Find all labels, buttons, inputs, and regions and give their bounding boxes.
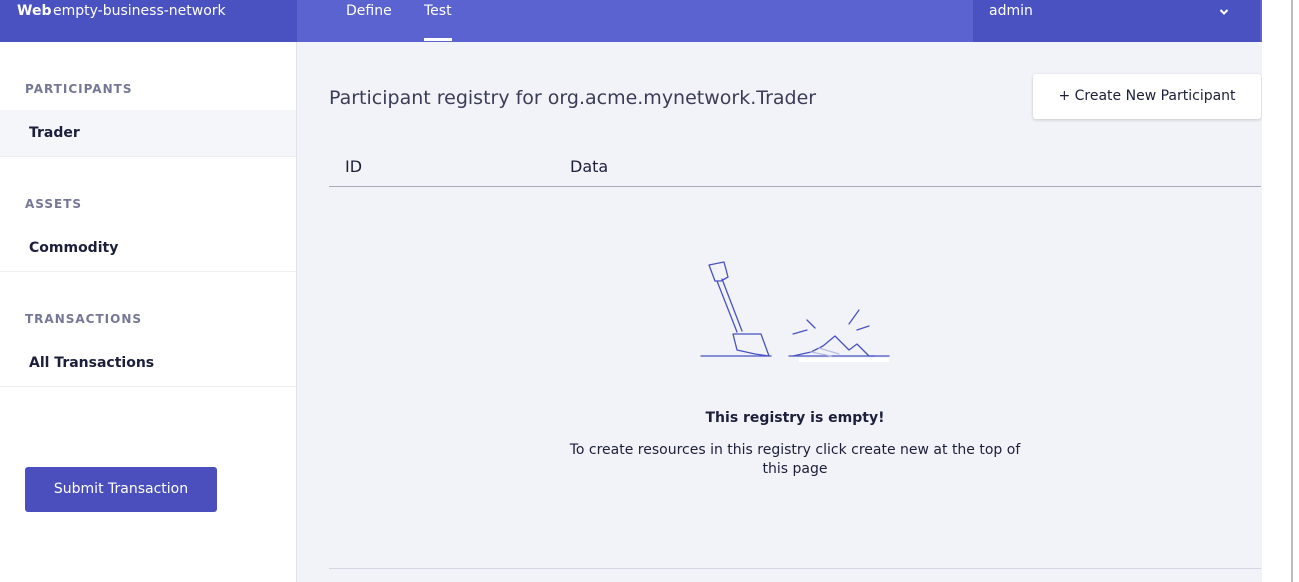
column-header-id: ID — [345, 157, 363, 176]
sidebar-item-all-transactions[interactable]: All Transactions — [0, 340, 296, 387]
top-nav-bar: Web empty-business-network Define Test a… — [0, 0, 1262, 42]
empty-state-title: This registry is empty! — [705, 410, 885, 426]
active-tab-indicator — [424, 38, 452, 41]
user-menu[interactable]: admin — [973, 0, 1260, 42]
network-name: empty-business-network — [53, 3, 226, 19]
table-bottom-divider — [329, 568, 1261, 569]
tab-test[interactable]: Test — [424, 3, 452, 19]
window-edge-border — [1291, 0, 1293, 582]
user-name: admin — [989, 3, 1033, 19]
column-header-data: Data — [570, 157, 609, 176]
shovel-illustration — [700, 261, 890, 362]
brand-label: Web — [17, 3, 52, 19]
section-title-transactions: TRANSACTIONS — [25, 312, 143, 326]
chevron-down-icon — [1219, 9, 1229, 15]
sidebar-item-label: Trader — [29, 125, 80, 141]
brand-block: Web empty-business-network — [0, 0, 297, 42]
sidebar-item-commodity[interactable]: Commodity — [0, 225, 296, 272]
sidebar-item-trader[interactable]: Trader — [0, 110, 296, 157]
section-title-participants: PARTICIPANTS — [25, 82, 133, 96]
sidebar-item-label: All Transactions — [29, 355, 155, 371]
submit-transaction-button[interactable]: Submit Transaction — [25, 467, 217, 512]
table-header-divider — [329, 186, 1261, 187]
create-new-participant-button[interactable]: + Create New Participant — [1033, 74, 1261, 119]
sidebar-item-label: Commodity — [29, 240, 119, 256]
tab-define[interactable]: Define — [346, 3, 392, 19]
window-edge — [1262, 0, 1299, 582]
section-title-assets: ASSETS — [25, 197, 83, 211]
page-title: Participant registry for org.acme.mynetw… — [329, 87, 817, 109]
sidebar: PARTICIPANTS Trader ASSETS Commodity TRA… — [0, 42, 297, 582]
empty-state-description: To create resources in this registry cli… — [569, 442, 1021, 477]
